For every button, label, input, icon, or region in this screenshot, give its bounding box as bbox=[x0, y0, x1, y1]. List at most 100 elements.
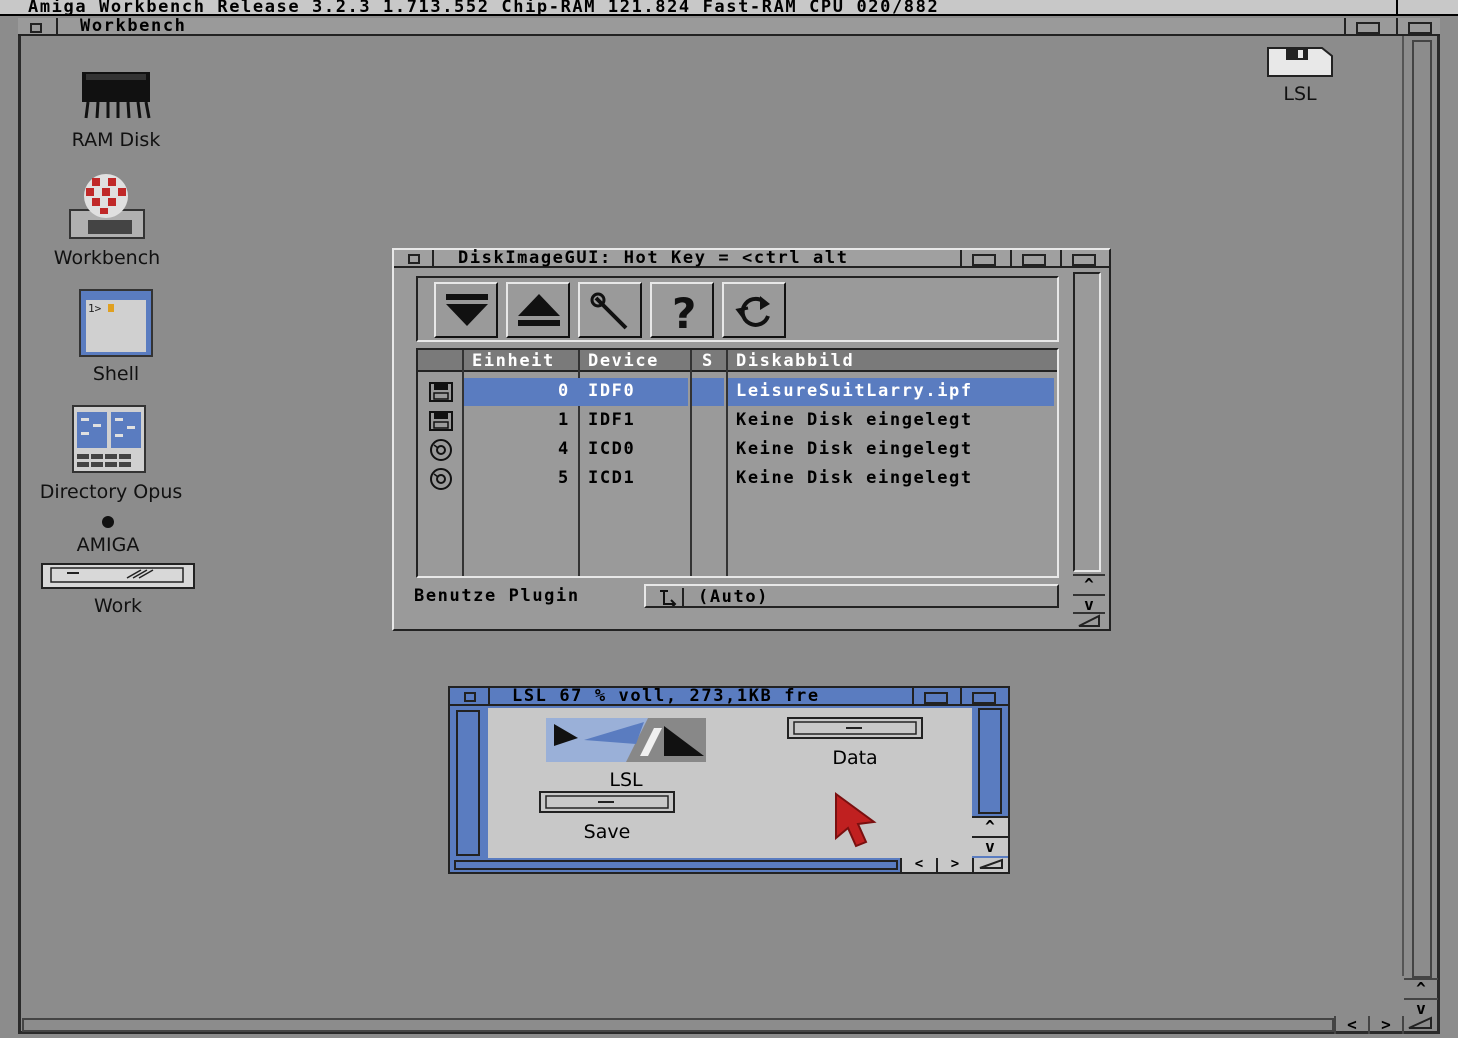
size-gadget[interactable] bbox=[1402, 1016, 1436, 1034]
drive-list[interactable]: Einheit Device S Diskabbild 0 IDF0 Leisure… bbox=[416, 348, 1059, 578]
iconify-gadget[interactable] bbox=[960, 250, 1010, 268]
scroll-up-button[interactable]: ^ bbox=[1073, 574, 1105, 594]
device-cell: IDF1 bbox=[588, 410, 636, 430]
help-icon: ? bbox=[672, 289, 696, 334]
vertical-scroll-knob[interactable] bbox=[1412, 40, 1432, 978]
table-row[interactable]: 1 IDF1 Keine Disk eingelegt bbox=[418, 407, 1057, 433]
workbench-title: Workbench bbox=[80, 16, 187, 36]
disk-image-cell: LeisureSuitLarry.ipf bbox=[736, 381, 973, 401]
depth-gadget[interactable] bbox=[960, 688, 1008, 706]
dot-icon bbox=[102, 516, 114, 528]
plugin-cycle-gadget[interactable]: (Auto) bbox=[644, 584, 1059, 609]
table-row[interactable]: 4 ICD0 Keine Disk eingelegt bbox=[418, 436, 1057, 462]
column-header-device[interactable]: Device bbox=[588, 352, 659, 370]
lsl-title-bar[interactable]: LSL 67 % voll, 273,1KB fre bbox=[450, 688, 1008, 706]
scroll-up-button[interactable]: ^ bbox=[1404, 978, 1438, 998]
unit-cell: 1 bbox=[558, 410, 570, 430]
work-label: Work bbox=[93, 595, 143, 617]
device-cell: ICD1 bbox=[588, 468, 636, 488]
device-cell: ICD0 bbox=[588, 439, 636, 459]
work-drive-icon[interactable]: Work bbox=[40, 562, 196, 617]
data-drawer-icon[interactable]: Data bbox=[786, 716, 924, 769]
data-drawer-label: Data bbox=[832, 747, 878, 769]
scroll-left-button[interactable]: < bbox=[900, 857, 936, 872]
column-header-diskabbild[interactable]: Diskabbild bbox=[736, 352, 854, 370]
zoom-gadget[interactable] bbox=[1344, 18, 1396, 36]
unit-cell: 0 bbox=[558, 381, 570, 401]
dopus-panels-icon bbox=[72, 405, 146, 473]
scroll-down-button[interactable]: v bbox=[1073, 594, 1105, 614]
eject-button[interactable] bbox=[506, 282, 570, 338]
lsl-program-icon[interactable]: LSL bbox=[544, 716, 708, 791]
disk-image-cell: Keine Disk eingelegt bbox=[736, 468, 973, 488]
unit-cell: 5 bbox=[558, 468, 570, 488]
eject-icon bbox=[518, 294, 560, 326]
table-row[interactable]: 0 IDF0 LeisureSuitLarry.ipf bbox=[418, 378, 1057, 406]
mouse-pointer-icon bbox=[835, 792, 877, 848]
help-button[interactable]: ? bbox=[650, 282, 714, 338]
zoom-gadget[interactable] bbox=[912, 688, 960, 706]
screen-depth-gadget[interactable] bbox=[1396, 0, 1440, 16]
scroll-left-button[interactable]: < bbox=[1334, 1016, 1368, 1034]
drawer-icon bbox=[539, 791, 675, 813]
scroll-right-button[interactable]: > bbox=[1368, 1016, 1402, 1034]
workbench-title-bar[interactable]: Workbench bbox=[18, 18, 1440, 36]
zoom-gadget[interactable] bbox=[1010, 250, 1060, 268]
scroll-down-button[interactable]: v bbox=[972, 836, 1008, 856]
cycle-icon bbox=[654, 588, 684, 609]
close-gadget[interactable] bbox=[18, 18, 58, 36]
diskimagegui-window: DiskImageGUI: Hot Key = <ctrl alt ? Einh… bbox=[392, 248, 1111, 631]
vertical-scrollbar[interactable] bbox=[1073, 272, 1101, 572]
left-panel bbox=[456, 710, 480, 856]
depth-gadget[interactable] bbox=[1396, 18, 1440, 36]
amiga-icon[interactable]: AMIGA bbox=[56, 512, 160, 556]
plugin-label: Benutze Plugin bbox=[414, 586, 580, 606]
refresh-icon bbox=[735, 296, 770, 327]
lsl-floppy-icon[interactable]: LSL bbox=[1262, 44, 1338, 105]
scroll-up-button[interactable]: ^ bbox=[972, 816, 1008, 836]
close-gadget[interactable] bbox=[450, 688, 490, 706]
ram-chip-icon bbox=[82, 72, 151, 119]
directory-opus-label: Directory Opus bbox=[39, 481, 183, 503]
scroll-right-button[interactable]: > bbox=[936, 857, 972, 872]
lsl-program-label: LSL bbox=[609, 769, 643, 791]
insert-button[interactable] bbox=[434, 282, 498, 338]
unit-cell: 4 bbox=[558, 439, 570, 459]
lsl-artwork-icon bbox=[546, 718, 706, 762]
amiga-label: AMIGA bbox=[76, 534, 140, 556]
size-gadget[interactable] bbox=[1073, 612, 1105, 628]
column-header-s[interactable]: S bbox=[702, 352, 714, 370]
settings-button[interactable] bbox=[578, 282, 642, 338]
list-header: Einheit Device S Diskabbild bbox=[418, 350, 1057, 372]
shell-label: Shell bbox=[92, 363, 140, 385]
workbench-label: Workbench bbox=[53, 247, 161, 269]
ram-disk-label: RAM Disk bbox=[71, 129, 161, 151]
diskimagegui-title-bar[interactable]: DiskImageGUI: Hot Key = <ctrl alt bbox=[394, 250, 1109, 268]
boing-ball-drive-icon bbox=[69, 174, 145, 239]
screen-title: Amiga Workbench Release 3.2.3 1.713.552 … bbox=[28, 0, 940, 17]
save-drawer-icon[interactable]: Save bbox=[538, 790, 676, 843]
column-header-einheit[interactable]: Einheit bbox=[472, 352, 555, 370]
workbench-horizontal-scrollbar[interactable] bbox=[22, 1018, 1334, 1032]
hard-drive-icon bbox=[41, 563, 195, 589]
lsl-drawer-window: LSL 67 % voll, 273,1KB fre LSL Data Save… bbox=[448, 686, 1010, 874]
horizontal-scrollbar[interactable] bbox=[454, 860, 898, 870]
save-drawer-label: Save bbox=[583, 821, 631, 843]
toolbar: ? bbox=[416, 276, 1059, 342]
workbench-disk-icon[interactable]: Workbench bbox=[44, 170, 170, 269]
table-row[interactable]: 5 ICD1 Keine Disk eingelegt bbox=[418, 465, 1057, 491]
refresh-button[interactable] bbox=[722, 282, 786, 338]
shell-icon[interactable]: 1> Shell bbox=[62, 288, 170, 385]
drawer-icon bbox=[787, 717, 923, 739]
depth-gadget[interactable] bbox=[1060, 250, 1108, 268]
screen-title-bar: Amiga Workbench Release 3.2.3 1.713.552 … bbox=[0, 0, 1458, 16]
size-gadget[interactable] bbox=[972, 858, 1008, 872]
close-gadget[interactable] bbox=[394, 250, 434, 268]
vertical-scrollbar[interactable] bbox=[978, 708, 1002, 814]
directory-opus-icon[interactable]: Directory Opus bbox=[36, 402, 186, 503]
ram-disk-icon[interactable]: RAM Disk bbox=[56, 62, 176, 151]
cd-drive-icon bbox=[428, 468, 454, 495]
scroll-down-button[interactable]: v bbox=[1404, 998, 1438, 1018]
workbench-vertical-scrollbar[interactable] bbox=[1402, 36, 1440, 978]
cd-drive-icon bbox=[428, 439, 454, 466]
